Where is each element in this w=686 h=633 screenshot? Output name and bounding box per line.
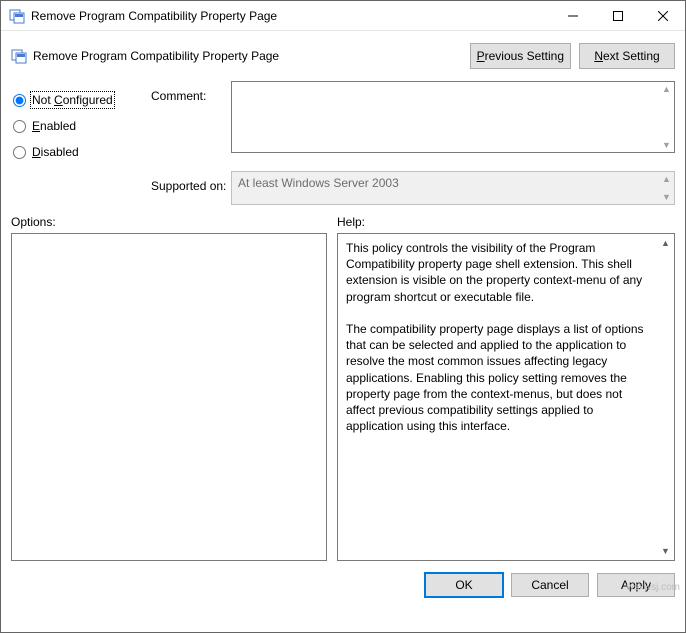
radio-enabled[interactable]: Enabled xyxy=(11,113,151,139)
titlebar: Remove Program Compatibility Property Pa… xyxy=(1,1,685,31)
supported-on-label: Supported on: xyxy=(151,171,231,193)
radio-enabled-input[interactable] xyxy=(13,120,26,133)
help-label: Help: xyxy=(337,215,675,229)
supported-on-field: At least Windows Server 2003 xyxy=(231,171,675,205)
help-panel[interactable]: This policy controls the visibility of t… xyxy=(337,233,675,561)
dialog-buttons: OK Cancel Apply xyxy=(1,561,685,607)
help-text-1: This policy controls the visibility of t… xyxy=(346,240,652,305)
apply-button[interactable]: Apply xyxy=(597,573,675,597)
radio-disabled-input[interactable] xyxy=(13,146,26,159)
options-panel xyxy=(11,233,327,561)
previous-setting-button[interactable]: Previous Setting xyxy=(470,43,571,69)
header: Remove Program Compatibility Property Pa… xyxy=(1,31,685,77)
next-setting-button[interactable]: Next Setting xyxy=(579,43,675,69)
comment-field[interactable] xyxy=(231,81,675,153)
cancel-button[interactable]: Cancel xyxy=(511,573,589,597)
scrollbar-icon: ▲▼ xyxy=(657,234,674,560)
radio-not-configured[interactable]: Not Configured xyxy=(11,87,151,113)
maximize-button[interactable] xyxy=(595,1,640,30)
minimize-button[interactable] xyxy=(550,1,595,30)
comment-label: Comment: xyxy=(151,81,231,103)
close-button[interactable] xyxy=(640,1,685,30)
page-title: Remove Program Compatibility Property Pa… xyxy=(33,49,462,63)
ok-button[interactable]: OK xyxy=(425,573,503,597)
state-radio-group: Not Configured Enabled Disabled xyxy=(11,81,151,165)
options-label: Options: xyxy=(11,215,337,229)
help-text-2: The compatibility property page displays… xyxy=(346,321,652,434)
policy-icon xyxy=(11,48,27,64)
radio-disabled[interactable]: Disabled xyxy=(11,139,151,165)
app-icon xyxy=(9,8,25,24)
window-title: Remove Program Compatibility Property Pa… xyxy=(31,9,550,23)
radio-not-configured-input[interactable] xyxy=(13,94,26,107)
